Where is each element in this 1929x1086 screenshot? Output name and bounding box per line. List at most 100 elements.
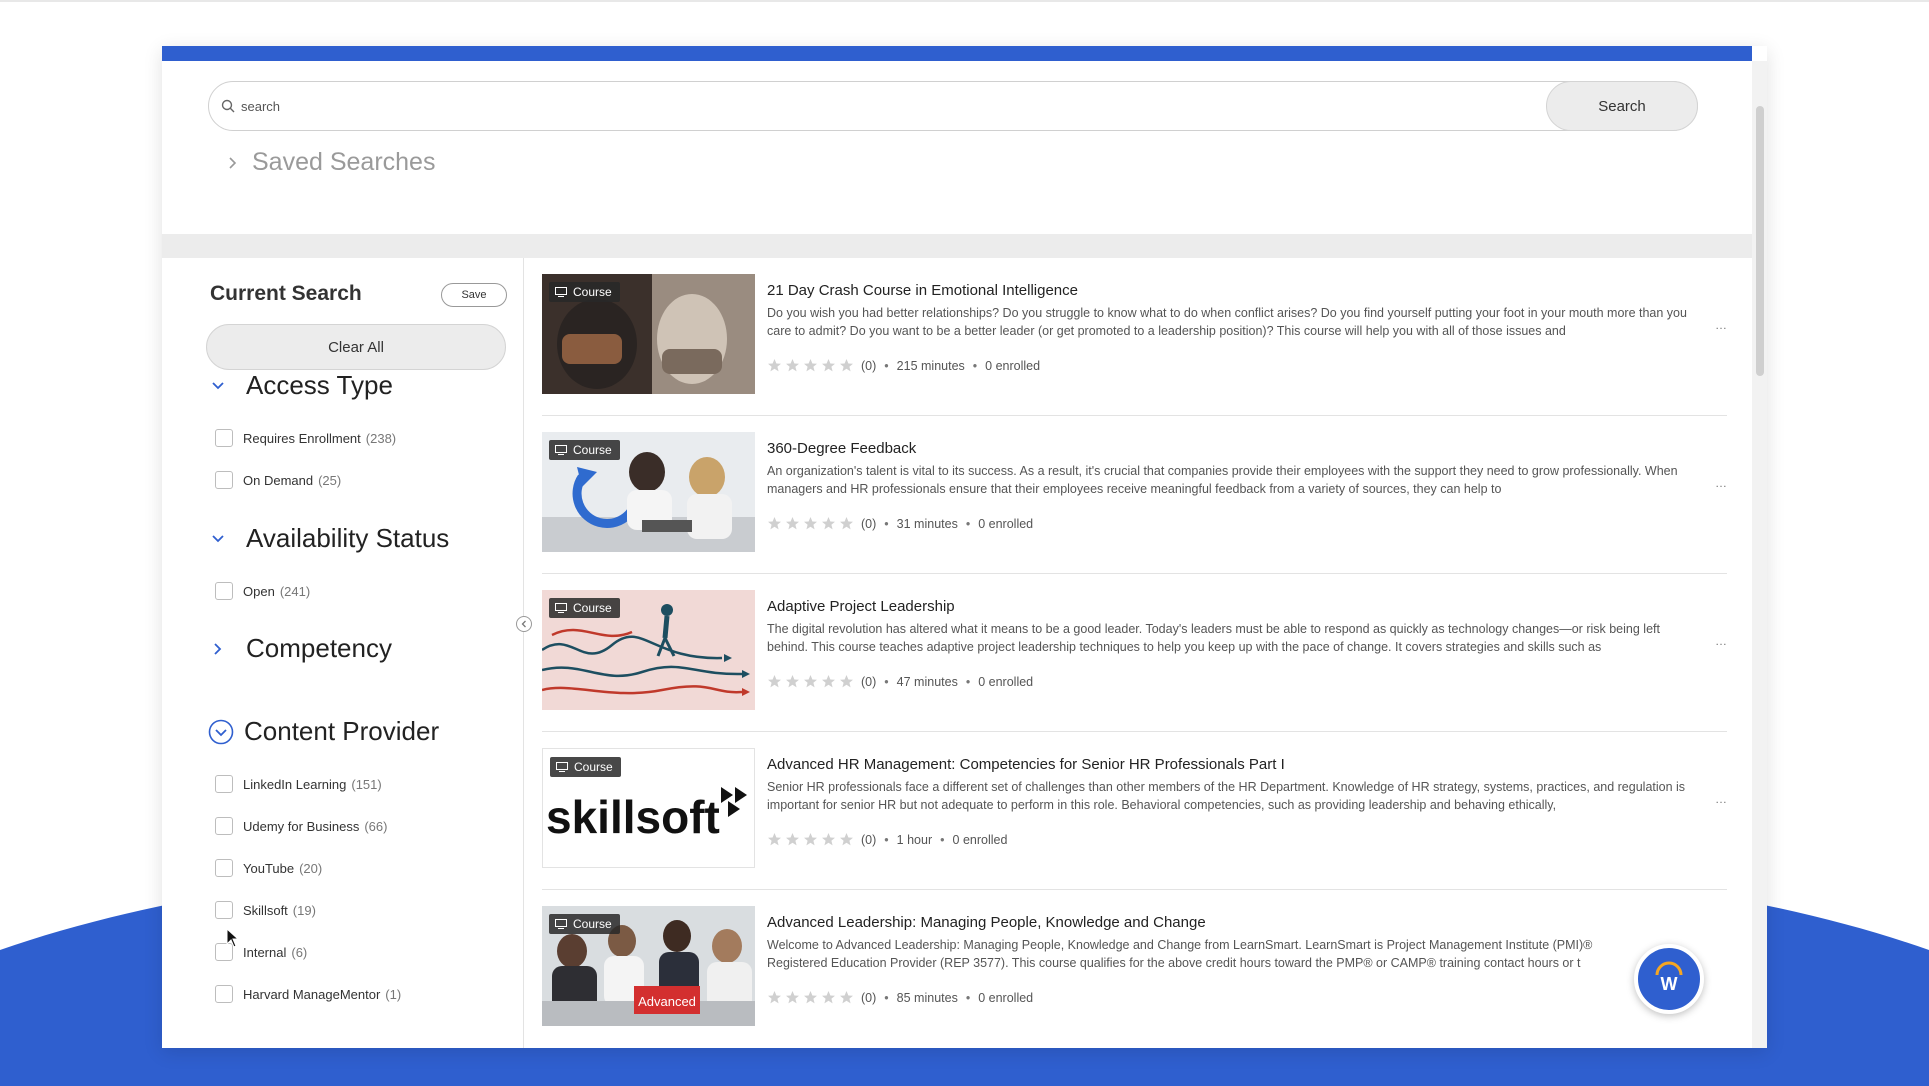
search-icon bbox=[221, 99, 235, 113]
result-item[interactable]: Course 360-Degree Feedback An organizati… bbox=[542, 416, 1727, 574]
course-thumbnail[interactable]: Course bbox=[542, 274, 755, 394]
more-ellipsis[interactable]: … bbox=[1715, 318, 1727, 332]
facet-content-provider[interactable]: Content Provider bbox=[208, 716, 439, 747]
rating-count: (0) bbox=[861, 516, 877, 531]
facet-availability-status[interactable]: Availability Status bbox=[210, 523, 449, 554]
duration: 215 minutes bbox=[896, 358, 965, 373]
enrolled-count: 0 enrolled bbox=[978, 516, 1034, 531]
chevron-down-icon bbox=[212, 534, 224, 542]
filter-option-requires-enrollment[interactable]: Requires Enrollment (238) bbox=[215, 428, 396, 448]
star-icon bbox=[768, 675, 781, 688]
course-icon bbox=[555, 919, 567, 929]
star-icon bbox=[804, 991, 817, 1004]
star-icon bbox=[786, 517, 799, 530]
search-bar: Search bbox=[208, 81, 1698, 131]
course-thumbnail[interactable]: Advanced Course bbox=[542, 906, 755, 1026]
star-icon bbox=[768, 359, 781, 372]
save-search-button[interactable]: Save bbox=[441, 283, 507, 307]
filter-option-on-demand[interactable]: On Demand (25) bbox=[215, 470, 341, 490]
star-rating bbox=[767, 674, 857, 689]
course-meta: (0) • 215 minutes • 0 enrolled bbox=[767, 358, 1040, 373]
facet-competency[interactable]: Competency bbox=[210, 633, 392, 664]
search-input[interactable] bbox=[241, 94, 1241, 118]
checkbox[interactable] bbox=[215, 775, 233, 793]
chevron-right-icon bbox=[214, 642, 222, 655]
saved-searches-label: Saved Searches bbox=[252, 148, 436, 176]
course-meta: (0) • 85 minutes • 0 enrolled bbox=[767, 990, 1033, 1005]
duration: 1 hour bbox=[896, 832, 933, 847]
enrolled-count: 0 enrolled bbox=[985, 358, 1041, 373]
thumbnail-caption: Advanced bbox=[638, 994, 696, 1009]
facet-title: Competency bbox=[246, 633, 392, 663]
course-badge: Course bbox=[549, 282, 620, 302]
brand-top-bar bbox=[162, 46, 1752, 61]
checkbox[interactable] bbox=[215, 582, 233, 600]
star-icon bbox=[786, 675, 799, 688]
checkbox[interactable] bbox=[215, 471, 233, 489]
course-title-link[interactable]: 360-Degree Feedback bbox=[767, 440, 916, 457]
svg-text:W: W bbox=[1661, 974, 1678, 994]
course-meta: (0) • 47 minutes • 0 enrolled bbox=[767, 674, 1033, 689]
facet-title: Access Type bbox=[246, 370, 393, 400]
star-icon bbox=[804, 833, 817, 846]
enrolled-count: 0 enrolled bbox=[978, 990, 1034, 1005]
filter-option-youtube[interactable]: YouTube (20) bbox=[215, 858, 322, 878]
chat-assistant-button[interactable]: W bbox=[1634, 944, 1704, 1014]
star-rating bbox=[767, 832, 857, 847]
more-ellipsis[interactable]: … bbox=[1715, 634, 1727, 648]
collapse-panel-button[interactable] bbox=[516, 616, 532, 632]
star-icon bbox=[822, 833, 835, 846]
filter-option-skillsoft[interactable]: Skillsoft (19) bbox=[215, 900, 316, 920]
star-icon bbox=[822, 517, 835, 530]
star-icon bbox=[804, 517, 817, 530]
saved-searches-toggle[interactable]: Saved Searches bbox=[228, 148, 435, 177]
option-count: (151) bbox=[351, 776, 382, 792]
enrolled-count: 0 enrolled bbox=[978, 674, 1034, 689]
star-icon bbox=[768, 833, 781, 846]
course-title-link[interactable]: Adaptive Project Leadership bbox=[767, 598, 955, 615]
page-scrollbar[interactable] bbox=[1752, 61, 1767, 1048]
checkbox[interactable] bbox=[215, 859, 233, 877]
more-ellipsis[interactable]: … bbox=[1715, 792, 1727, 806]
course-thumbnail[interactable]: skillsoft Course bbox=[542, 748, 755, 868]
search-button[interactable]: Search bbox=[1546, 81, 1698, 131]
course-title-link[interactable]: 21 Day Crash Course in Emotional Intelli… bbox=[767, 282, 1078, 299]
star-icon bbox=[804, 675, 817, 688]
course-icon bbox=[555, 445, 567, 455]
checkbox[interactable] bbox=[215, 901, 233, 919]
option-label: Harvard ManageMentor bbox=[243, 986, 381, 1002]
course-description: The digital revolution has altered what … bbox=[767, 622, 1660, 654]
star-icon bbox=[768, 991, 781, 1004]
option-count: (66) bbox=[364, 818, 388, 834]
chevron-down-circle-icon bbox=[208, 719, 234, 744]
checkbox[interactable] bbox=[215, 429, 233, 447]
option-count: (25) bbox=[318, 472, 342, 488]
filter-option-udemy[interactable]: Udemy for Business (66) bbox=[215, 816, 387, 836]
course-badge: Course bbox=[549, 440, 620, 460]
course-icon bbox=[556, 762, 568, 772]
mouse-cursor-icon bbox=[226, 928, 240, 948]
more-ellipsis[interactable]: … bbox=[1715, 476, 1727, 490]
option-count: (238) bbox=[365, 430, 397, 446]
star-icon bbox=[804, 359, 817, 372]
course-thumbnail[interactable]: Course bbox=[542, 590, 755, 710]
result-item[interactable]: Advanced Course Advanced Leadership: Man… bbox=[542, 890, 1727, 1048]
course-thumbnail[interactable]: Course bbox=[542, 432, 755, 552]
scrollbar-thumb[interactable] bbox=[1756, 106, 1764, 376]
course-meta: (0) • 31 minutes • 0 enrolled bbox=[767, 516, 1033, 531]
star-icon bbox=[840, 517, 853, 530]
result-item[interactable]: Course 21 Day Crash Course in Emotional … bbox=[542, 258, 1727, 416]
course-title-link[interactable]: Advanced Leadership: Managing People, Kn… bbox=[767, 914, 1206, 931]
clear-all-button[interactable]: Clear All bbox=[206, 324, 506, 370]
checkbox[interactable] bbox=[215, 985, 233, 1003]
result-item[interactable]: skillsoft Course Advanced HR Management:… bbox=[542, 732, 1727, 890]
duration: 31 minutes bbox=[896, 516, 958, 531]
course-title-link[interactable]: Advanced HR Management: Competencies for… bbox=[767, 756, 1285, 773]
filter-option-linkedin-learning[interactable]: LinkedIn Learning (151) bbox=[215, 774, 382, 794]
facet-access-type[interactable]: Access Type bbox=[210, 370, 393, 401]
filter-option-harvard-managementor[interactable]: Harvard ManageMentor (1) bbox=[215, 984, 401, 1004]
checkbox[interactable] bbox=[215, 817, 233, 835]
result-item[interactable]: Course Adaptive Project Leadership The d… bbox=[542, 574, 1727, 732]
star-rating bbox=[767, 990, 857, 1005]
filter-option-open[interactable]: Open (241) bbox=[215, 581, 310, 601]
